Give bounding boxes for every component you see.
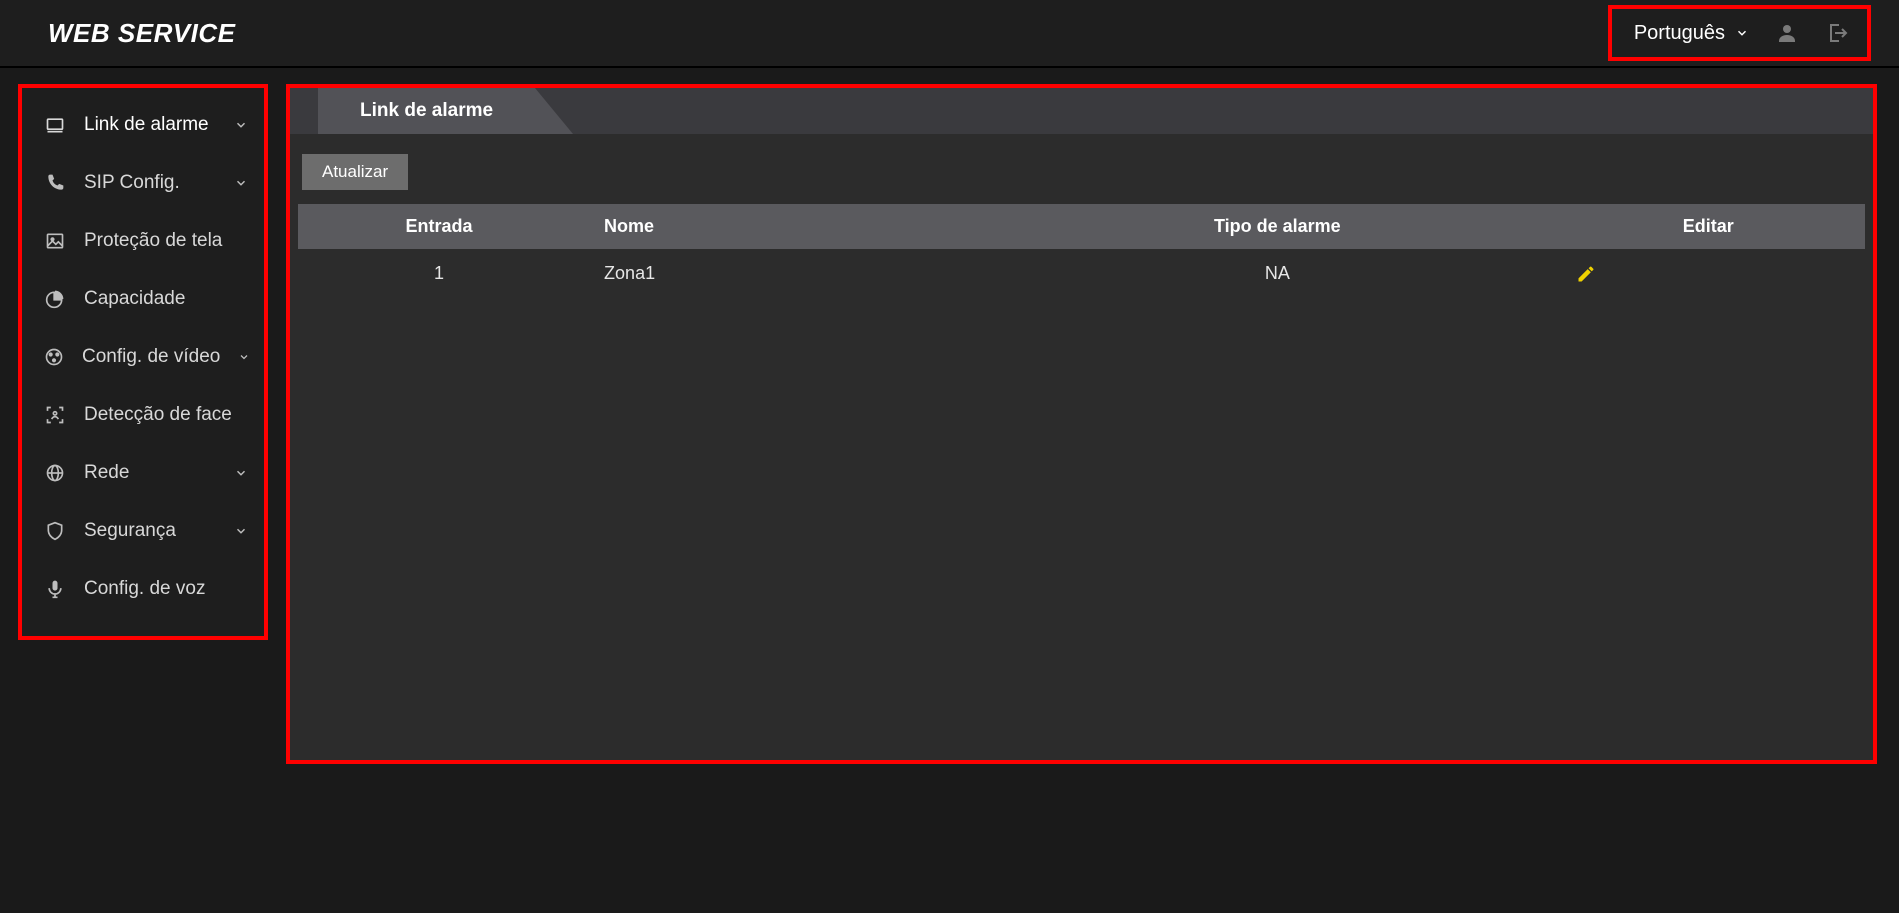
sidebar-item-sip-config[interactable]: SIP Config. (22, 154, 264, 212)
col-header-edit: Editar (1552, 204, 1865, 249)
sidebar-item-label: Detecção de face (84, 404, 248, 426)
sidebar-item-label: SIP Config. (84, 172, 216, 194)
user-icon[interactable] (1775, 21, 1799, 45)
sidebar-item-label: Config. de vídeo (82, 346, 220, 368)
sidebar-item-screensaver[interactable]: Proteção de tela (22, 212, 264, 270)
sidebar-item-voice-config[interactable]: Config. de voz (22, 560, 264, 618)
cell-edit (1552, 249, 1865, 298)
sidebar-item-label: Config. de voz (84, 578, 248, 600)
sidebar-item-capacity[interactable]: Capacidade (22, 270, 264, 328)
alarm-link-icon (44, 115, 66, 135)
col-header-type: Tipo de alarme (1003, 204, 1551, 249)
col-header-name: Nome (580, 204, 1003, 249)
chevron-down-icon (234, 118, 248, 132)
top-bar: WEB SERVICE Português (0, 0, 1899, 68)
brand-title: WEB SERVICE (48, 18, 236, 49)
network-icon (44, 463, 66, 483)
alarm-table: Entrada Nome Tipo de alarme Editar 1 Zon… (298, 204, 1865, 298)
edit-icon[interactable] (1576, 264, 1841, 284)
sidebar-item-face-detection[interactable]: Detecção de face (22, 386, 264, 444)
sidebar: Link de alarme SIP Config. Proteção de (18, 84, 268, 640)
sidebar-item-network[interactable]: Rede (22, 444, 264, 502)
video-icon (44, 347, 64, 367)
cell-name: Zona1 (580, 249, 1003, 298)
tab-label: Link de alarme (360, 100, 493, 122)
refresh-button[interactable]: Atualizar (302, 154, 408, 190)
sidebar-item-label: Rede (84, 462, 216, 484)
sidebar-item-label: Segurança (84, 520, 216, 542)
chevron-down-icon (234, 466, 248, 480)
cell-type: NA (1003, 249, 1551, 298)
tab-strip: Link de alarme (290, 88, 1873, 134)
chevron-down-icon (234, 176, 248, 190)
sidebar-item-label: Proteção de tela (84, 230, 248, 252)
image-icon (44, 231, 66, 251)
language-selector[interactable]: Português (1634, 22, 1749, 45)
sidebar-item-video-config[interactable]: Config. de vídeo (22, 328, 264, 386)
col-header-input: Entrada (298, 204, 580, 249)
tab-alarm-link[interactable]: Link de alarme (318, 88, 535, 134)
table-row: 1 Zona1 NA (298, 249, 1865, 298)
sidebar-item-label: Link de alarme (84, 114, 216, 136)
chevron-down-icon (238, 351, 250, 363)
phone-icon (44, 173, 66, 193)
main-panel: Link de alarme Atualizar Entrada Nome Ti… (286, 84, 1877, 764)
sidebar-item-security[interactable]: Segurança (22, 502, 264, 560)
logout-icon[interactable] (1825, 21, 1849, 45)
chevron-down-icon (234, 524, 248, 538)
language-label: Português (1634, 22, 1725, 45)
sidebar-item-alarm-link[interactable]: Link de alarme (22, 96, 264, 154)
mic-icon (44, 579, 66, 599)
chevron-down-icon (1735, 26, 1749, 40)
action-bar: Atualizar (290, 134, 1873, 204)
topbar-right-group: Português (1608, 5, 1871, 61)
face-detect-icon (44, 405, 66, 425)
cell-input: 1 (298, 249, 580, 298)
shield-icon (44, 521, 66, 541)
pie-chart-icon (44, 289, 66, 309)
sidebar-item-label: Capacidade (84, 288, 248, 310)
